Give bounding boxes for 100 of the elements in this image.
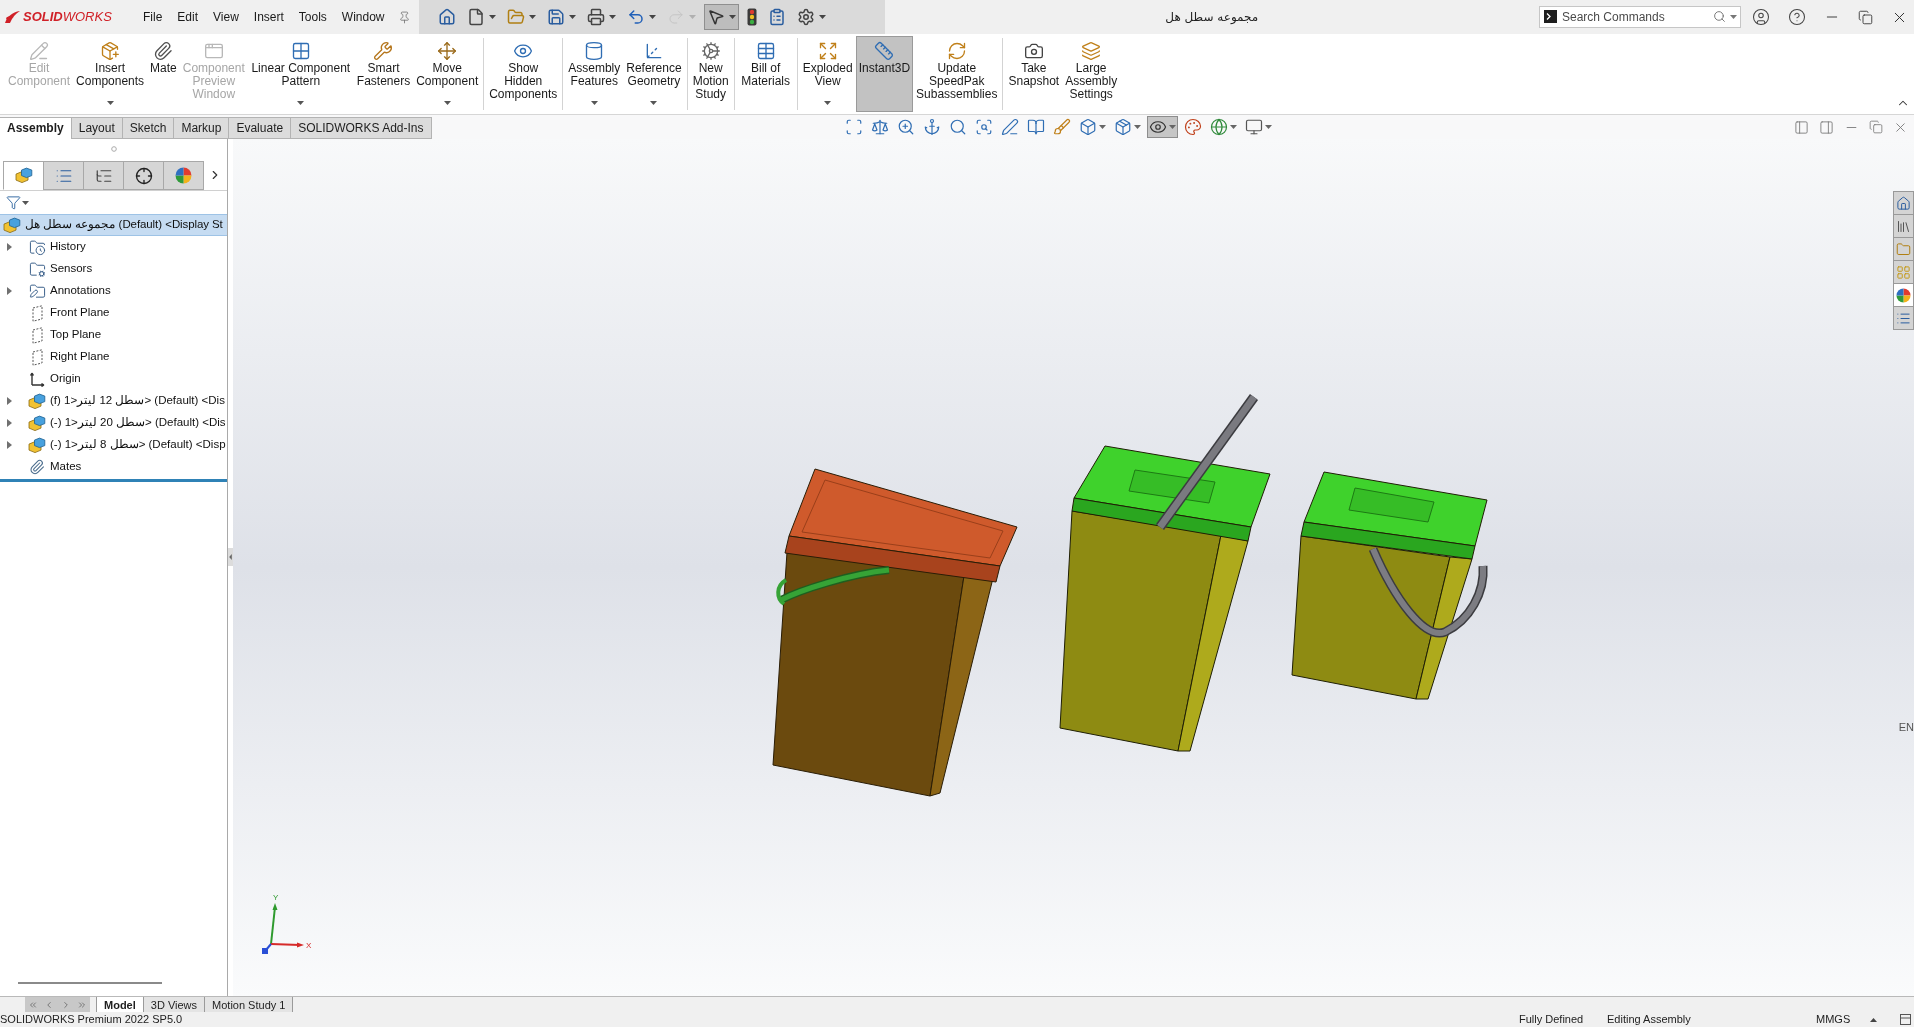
- tree-item[interactable]: History: [0, 236, 227, 258]
- pointer-icon[interactable]: [706, 8, 725, 26]
- cylinder-icon[interactable]: [584, 41, 605, 61]
- move-icon[interactable]: [437, 41, 458, 61]
- bottom-tab[interactable]: 3D Views: [142, 997, 206, 1012]
- grid-icon[interactable]: [290, 41, 311, 61]
- tree-item[interactable]: (-) سطل 8 لیتر<1> (Default) <Disp: [0, 434, 227, 456]
- units-selector[interactable]: MMGS: [1816, 1013, 1851, 1025]
- tree-item[interactable]: (f) سطل 12 لیتر<1> (Default) <Dis: [0, 390, 227, 412]
- box-icon[interactable]: [1114, 118, 1132, 136]
- menu-item[interactable]: Tools: [298, 8, 327, 26]
- printer-icon[interactable]: [586, 8, 605, 26]
- camera-icon[interactable]: [1023, 41, 1044, 61]
- panel-tab[interactable]: [123, 161, 164, 190]
- crosshair-icon[interactable]: [134, 166, 153, 185]
- tile-left-icon[interactable]: [1794, 119, 1809, 135]
- ribbon-button[interactable]: Reference Geometry: [623, 36, 685, 112]
- command-tab[interactable]: Sketch: [121, 117, 175, 139]
- wrench-icon[interactable]: [373, 41, 394, 61]
- command-tab[interactable]: Evaluate: [228, 117, 292, 139]
- caret-down-icon[interactable]: [1134, 125, 1141, 129]
- ribbon-button[interactable]: New Motion Study: [689, 36, 732, 112]
- restore-button[interactable]: [1869, 120, 1883, 134]
- horizontal-scrollbar[interactable]: [18, 982, 162, 984]
- caret-down-icon[interactable]: [824, 101, 832, 105]
- caret-right-icon[interactable]: [7, 287, 12, 295]
- user-icon[interactable]: [1752, 8, 1770, 26]
- tree-item[interactable]: Sensors: [0, 258, 227, 280]
- bottom-tab[interactable]: Model: [96, 997, 144, 1012]
- eye-icon[interactable]: [1149, 118, 1167, 136]
- command-tab[interactable]: Assembly: [0, 117, 72, 139]
- tree-item[interactable]: Origin: [0, 368, 227, 390]
- caret-down-icon[interactable]: [528, 15, 536, 19]
- toolbar-button[interactable]: [703, 4, 739, 30]
- help-icon[interactable]: [1788, 8, 1806, 26]
- undo-icon[interactable]: [626, 8, 645, 26]
- caret-down-icon[interactable]: [443, 101, 451, 105]
- caret-down-icon[interactable]: [488, 15, 496, 19]
- caret-down-icon[interactable]: [650, 101, 658, 105]
- tree-item[interactable]: مجموعه سطل هل (Default) <Display St: [0, 214, 227, 236]
- ribbon-button[interactable]: Move Component: [413, 36, 482, 112]
- caret-down-icon[interactable]: [648, 15, 656, 19]
- monitor-icon[interactable]: [1245, 118, 1263, 136]
- paperclip-icon[interactable]: [153, 41, 174, 61]
- menu-item[interactable]: Edit: [177, 8, 199, 26]
- tree-item[interactable]: Annotations: [0, 280, 227, 302]
- ribbon-button[interactable]: Large Assembly Settings: [1062, 36, 1121, 112]
- restore-button[interactable]: [1858, 9, 1873, 25]
- caret-down-icon[interactable]: [1099, 125, 1106, 129]
- command-tab[interactable]: Markup: [173, 117, 230, 139]
- caret-right-icon[interactable]: [7, 397, 12, 405]
- layers-icon[interactable]: [1081, 41, 1102, 61]
- caret-down-icon[interactable]: [590, 101, 598, 105]
- document-icon[interactable]: [466, 8, 485, 26]
- view-button[interactable]: [1147, 116, 1178, 138]
- caret-down-icon[interactable]: [1169, 125, 1176, 129]
- bottom-tab[interactable]: Motion Study 1: [204, 997, 294, 1012]
- caret-right-icon[interactable]: [7, 243, 12, 251]
- view-button[interactable]: [1208, 116, 1239, 138]
- caret-up-icon[interactable]: [1870, 1017, 1877, 1022]
- caret-down-icon[interactable]: [22, 200, 29, 205]
- search-field[interactable]: Search Commands: [1539, 6, 1741, 28]
- cog-icon[interactable]: [700, 41, 721, 61]
- menu-item[interactable]: Insert: [253, 8, 284, 26]
- tree-item[interactable]: Front Plane: [0, 302, 227, 324]
- package-plus-icon[interactable]: [100, 41, 121, 61]
- ribbon-button[interactable]: Insert Components: [73, 36, 148, 112]
- caret-down-icon[interactable]: [1230, 125, 1237, 129]
- caret-right-icon[interactable]: [7, 419, 12, 427]
- ribbon-button[interactable]: Mate: [147, 36, 180, 112]
- caret-down-icon[interactable]: [608, 15, 616, 19]
- ribbon-button[interactable]: Update SpeedPak Subassemblies: [913, 36, 1001, 112]
- ruler-icon[interactable]: [874, 41, 895, 61]
- tile-right-icon[interactable]: [1819, 119, 1834, 135]
- ribbon-button[interactable]: Linear Component Pattern: [247, 36, 354, 112]
- pin-icon[interactable]: [397, 10, 411, 24]
- ribbon-button[interactable]: Assembly Features: [565, 36, 624, 112]
- command-tab[interactable]: Layout: [70, 117, 123, 139]
- ribbon-button[interactable]: Exploded View: [799, 36, 856, 112]
- caret-right-icon[interactable]: [7, 441, 12, 449]
- color-sphere-icon[interactable]: [175, 167, 192, 184]
- panel-icon[interactable]: [1900, 1014, 1911, 1025]
- menu-item[interactable]: File: [143, 8, 163, 26]
- caret-down-icon[interactable]: [818, 15, 826, 19]
- tree-item[interactable]: Right Plane: [0, 346, 227, 368]
- refresh-icon[interactable]: [946, 41, 967, 61]
- cube-icon[interactable]: [1079, 118, 1097, 136]
- collapse-handle-icon[interactable]: [228, 547, 233, 566]
- ribbon-button[interactable]: Instant3D: [855, 36, 914, 112]
- caret-down-icon[interactable]: [568, 15, 576, 19]
- menu-item[interactable]: View: [213, 8, 239, 26]
- menu-item[interactable]: Window: [341, 8, 385, 26]
- tree-item[interactable]: Mates: [0, 456, 227, 478]
- traffic-light-icon[interactable]: [746, 8, 757, 26]
- caret-down-icon[interactable]: [1730, 15, 1737, 19]
- globe-icon[interactable]: [1210, 118, 1228, 136]
- search-icon[interactable]: [1713, 10, 1726, 23]
- filter-icon[interactable]: [6, 195, 21, 210]
- ribbon-button[interactable]: Show Hidden Components: [486, 36, 561, 112]
- table-icon[interactable]: [755, 41, 776, 61]
